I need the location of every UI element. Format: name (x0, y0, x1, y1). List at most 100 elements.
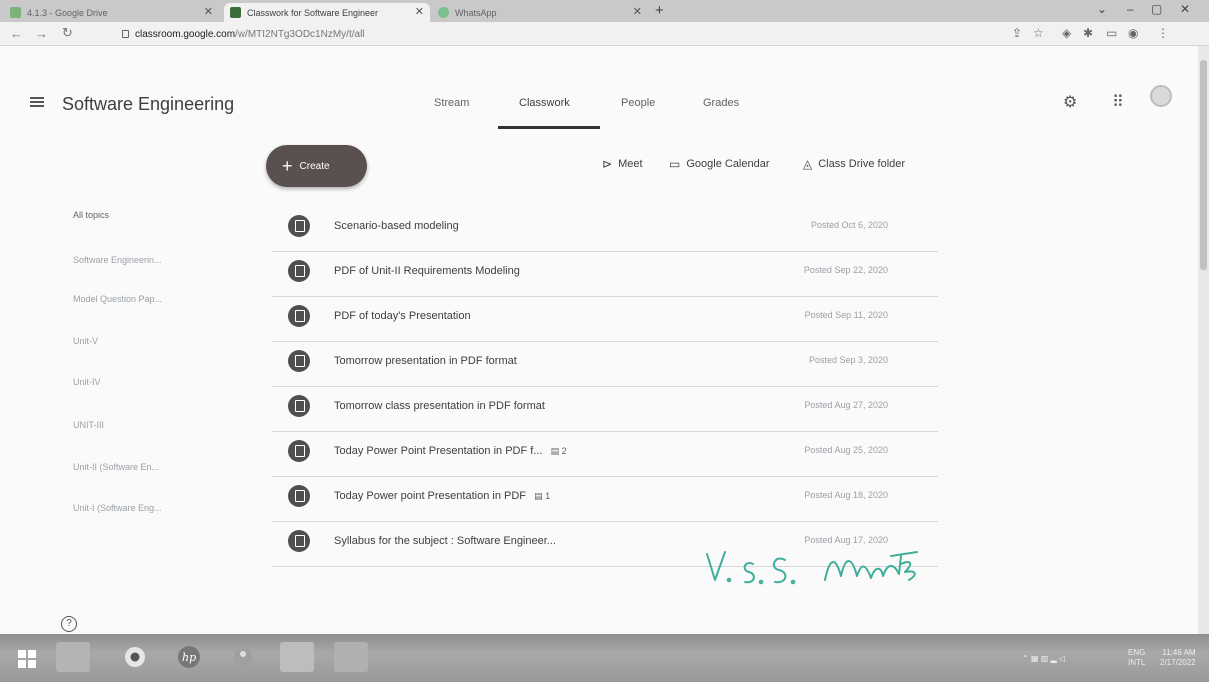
profile-icon[interactable]: ◉ (1128, 26, 1138, 40)
create-label: Create (299, 160, 330, 172)
item-title: PDF of Unit-II Requirements Modeling (334, 265, 520, 277)
maximize-icon[interactable]: ▢ (1151, 2, 1162, 16)
tab-people[interactable]: People (621, 97, 655, 109)
language-indicator[interactable]: ENG INTL (1128, 648, 1145, 668)
item-posted-date: Posted Oct 6, 2020 (810, 220, 888, 230)
url-path: /w/MTI2NTg3ODc1NzMy/t/all (235, 28, 365, 40)
lock-icon (122, 30, 129, 38)
comment-count: ▤ 2 (550, 446, 567, 456)
class-name: Software Engineering (62, 94, 235, 114)
tab-classwork[interactable]: Classwork (519, 97, 570, 109)
avatar[interactable] (1150, 85, 1172, 107)
puzzle-icon[interactable]: ✱ (1083, 26, 1093, 40)
item-posted-date: Posted Sep 22, 2020 (803, 265, 888, 275)
tab-label: Classwork for Software Engineer (247, 7, 379, 18)
item-title: Syllabus for the subject : Software Engi… (334, 535, 556, 547)
comment-count: ▤ 1 (534, 491, 551, 501)
tab-classwork[interactable]: Classwork for Software Engineer ✕ (224, 3, 430, 22)
close-icon[interactable]: ✕ (204, 5, 213, 18)
item-title: Today Power point Presentation in PDF ▤ … (334, 490, 550, 502)
tab-whatsapp[interactable]: WhatsApp ✕ (432, 3, 648, 22)
chrome-icon[interactable] (118, 642, 152, 672)
tab-google-drive[interactable]: 4.1.3 - Google Drive ✕ (4, 3, 219, 22)
hamburger-menu-icon[interactable] (30, 97, 44, 107)
whatsapp-taskbar-icon[interactable] (280, 642, 314, 672)
item-title: Today Power Point Presentation in PDF f.… (334, 445, 567, 457)
close-icon[interactable]: ✕ (415, 5, 424, 18)
close-icon[interactable]: ✕ (633, 5, 642, 18)
item-title-text: Today Power Point Presentation in PDF f.… (334, 445, 543, 457)
google-calendar-link[interactable]: ▭ Google Calendar (669, 157, 770, 171)
calendar-icon: ▭ (669, 157, 681, 171)
item-title: Tomorrow class presentation in PDF forma… (334, 400, 545, 412)
list-item[interactable]: Scenario-based modeling Posted Oct 6, 20… (272, 207, 938, 252)
close-window-icon[interactable]: ✕ (1180, 2, 1190, 16)
list-item[interactable]: Today Power point Presentation in PDF ▤ … (272, 477, 938, 522)
material-icon (288, 530, 310, 552)
apps-grid-icon[interactable]: ⠿ (1112, 92, 1124, 112)
topic-unit-iii[interactable]: UNIT-III (73, 420, 104, 430)
topic-unit-ii[interactable]: Unit-II (Software En... (73, 462, 159, 472)
menu-icon[interactable]: ⋮ (1157, 26, 1169, 40)
clock[interactable]: 11:46 AM 2/17/2022 (1160, 648, 1196, 668)
item-title: Scenario-based modeling (334, 220, 459, 232)
item-posted-date: Posted Sep 3, 2020 (808, 355, 888, 365)
item-posted-date: Posted Aug 27, 2020 (804, 400, 888, 410)
list-item[interactable]: PDF of Unit-II Requirements Modeling Pos… (272, 252, 938, 297)
tray-icons[interactable]: ⌃ ▦ ▥ ▂ ◁ (1022, 654, 1065, 663)
reload-icon[interactable]: ↻ (62, 25, 73, 41)
meet-link[interactable]: ⊳ Meet (602, 157, 643, 171)
material-icon (288, 260, 310, 282)
drive-folder-label: Class Drive folder (818, 158, 906, 170)
file-explorer-icon[interactable] (56, 642, 90, 672)
handwritten-signature (706, 551, 918, 585)
clock-date: 2/17/2022 (1160, 658, 1196, 667)
topic-unit-i[interactable]: Unit-I (Software Eng... (73, 503, 162, 513)
lang-layout: INTL (1128, 658, 1146, 667)
app-icon[interactable] (226, 642, 260, 672)
topic-software-engineering[interactable]: Software Engineerin... (73, 255, 162, 265)
topic-unit-v[interactable]: Unit-V (73, 336, 98, 346)
topic-model-question-paper[interactable]: Model Question Pap... (73, 294, 162, 304)
item-posted-date: Posted Aug 18, 2020 (804, 490, 888, 500)
lang-code: ENG (1128, 648, 1146, 657)
list-item[interactable]: Today Power Point Presentation in PDF f.… (272, 432, 938, 477)
comment-count-value: 1 (545, 491, 551, 501)
help-icon[interactable]: ? (61, 616, 77, 632)
meet-label: Meet (618, 158, 643, 170)
item-posted-date: Posted Sep 11, 2020 (804, 310, 888, 320)
tab-stream[interactable]: Stream (434, 97, 469, 109)
word-icon[interactable] (334, 642, 368, 672)
windows-start-icon[interactable] (18, 650, 36, 668)
material-icon (288, 440, 310, 462)
drive-icon: ◬ (803, 157, 813, 171)
cast-icon[interactable]: ▭ (1106, 26, 1117, 40)
extension-icon[interactable]: ◈ (1062, 26, 1071, 40)
calendar-label: Google Calendar (686, 158, 770, 170)
item-title: PDF of today's Presentation (334, 310, 471, 322)
list-item[interactable]: PDF of today's Presentation Posted Sep 1… (272, 297, 938, 342)
material-icon (288, 305, 310, 327)
minimize-icon[interactable]: ‒ (1127, 2, 1134, 16)
topic-all-topics[interactable]: All topics (73, 210, 109, 220)
class-drive-folder-link[interactable]: ◬ Class Drive folder (803, 157, 905, 171)
settings-gear-icon[interactable]: ⚙ (1063, 92, 1077, 112)
new-tab-button[interactable]: + (655, 2, 664, 19)
tab-label: WhatsApp (455, 7, 497, 18)
item-title-text: Today Power point Presentation in PDF (334, 490, 526, 502)
tab-grades[interactable]: Grades (703, 97, 739, 109)
scrollbar-thumb[interactable] (1200, 60, 1207, 270)
plus-icon: + (282, 156, 293, 176)
material-icon (288, 350, 310, 372)
url-field[interactable]: classroom.google.com /w/MTI2NTg3ODc1NzMy… (118, 25, 998, 43)
list-item[interactable]: Tomorrow presentation in PDF format Post… (272, 342, 938, 387)
back-icon[interactable]: ← (10, 26, 23, 41)
topic-unit-iv[interactable]: Unit-IV (73, 377, 101, 387)
share-icon[interactable]: ⇪ (1012, 26, 1022, 40)
bookmark-star-icon[interactable]: ☆ (1033, 26, 1044, 40)
hp-icon[interactable]: hp (172, 642, 206, 672)
create-button[interactable]: + Create (266, 145, 367, 187)
forward-icon[interactable]: → (35, 26, 48, 41)
tab-search-icon[interactable]: ⌄ (1097, 2, 1107, 16)
list-item[interactable]: Tomorrow class presentation in PDF forma… (272, 387, 938, 432)
